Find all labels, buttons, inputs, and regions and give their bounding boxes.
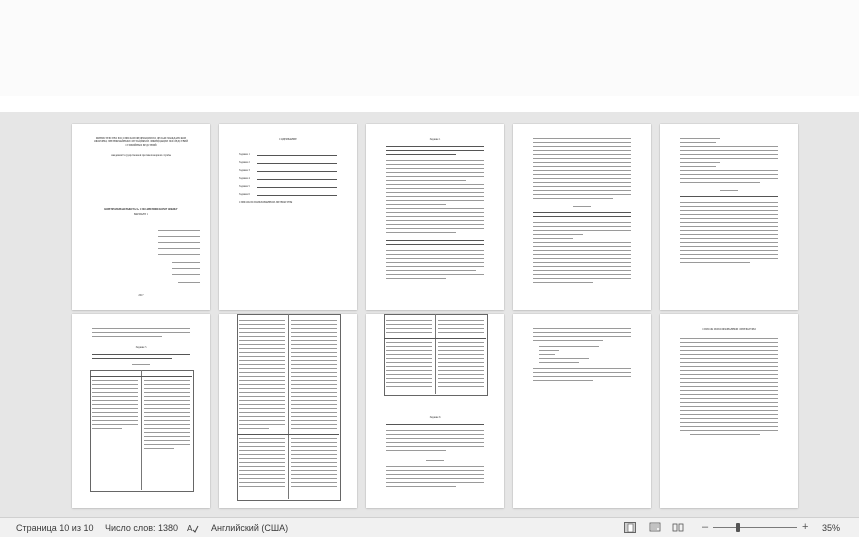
ribbon-area xyxy=(0,0,859,96)
zoom-slider[interactable] xyxy=(713,527,797,528)
page-thumbnail-8[interactable]: Задание 6 xyxy=(366,314,504,508)
page-thumbnail-9[interactable] xyxy=(513,314,651,508)
document-canvas[interactable]: МИНИСТЕРСТВО РОССИЙСКОЙ ФЕДЕРАЦИИ ПО ДЕЛ… xyxy=(0,112,859,517)
task6-heading: Задание 6 xyxy=(429,416,441,419)
page-indicator[interactable]: Страница 10 из 10 xyxy=(16,523,93,533)
bibliography-heading: СПИСОК ИСПОЛЬЗОВАННОЙ ЛИТЕРАТУРЫ xyxy=(702,328,756,331)
web-layout-icon[interactable] xyxy=(649,522,661,533)
zoom-slider-thumb[interactable] xyxy=(736,523,740,532)
status-bar: Страница 10 из 10 Число слов: 1380 A Анг… xyxy=(0,517,859,537)
language-indicator[interactable]: Английский (США) xyxy=(211,523,288,533)
read-mode-icon[interactable] xyxy=(672,522,684,533)
task5-heading: Задание 5 xyxy=(135,346,147,349)
svg-text:A: A xyxy=(187,524,193,533)
page-thumbnail-7[interactable] xyxy=(219,314,357,508)
page-thumbnail-2[interactable]: СОДЕРЖАНИЕ Задание 1 Задание 2 Задание 3… xyxy=(219,124,357,310)
zoom-level[interactable]: 35% xyxy=(822,523,840,533)
contents-heading: СОДЕРЖАНИЕ xyxy=(279,138,297,141)
title-academy: Академия Государственной противопожарной… xyxy=(110,154,172,157)
page-thumbnail-1[interactable]: МИНИСТЕРСТВО РОССИЙСКОЙ ФЕДЕРАЦИИ ПО ДЕЛ… xyxy=(72,124,210,310)
title-year: 2017 xyxy=(138,294,144,297)
print-layout-icon[interactable] xyxy=(624,522,636,533)
zoom-out-button[interactable]: – xyxy=(702,521,708,533)
page-thumbnail-3[interactable]: Задание 1 xyxy=(366,124,504,310)
word-count[interactable]: Число слов: 1380 xyxy=(105,523,178,533)
title-variant: ВАРИАНТ 1 xyxy=(133,213,149,216)
zoom-in-button[interactable]: + xyxy=(802,521,808,533)
title-work: КОНТРОЛЬНАЯ РАБОТА № 1 ПО АНГЛИЙСКОМУ ЯЗ… xyxy=(104,208,178,211)
page-thumbnail-10[interactable]: СПИСОК ИСПОЛЬЗОВАННОЙ ЛИТЕРАТУРЫ xyxy=(660,314,798,508)
task1-heading: Задание 1 xyxy=(429,138,441,141)
page-thumbnail-4[interactable] xyxy=(513,124,651,310)
proofing-icon[interactable]: A xyxy=(187,522,199,533)
title-ministry: МИНИСТЕРСТВО РОССИЙСКОЙ ФЕДЕРАЦИИ ПО ДЕЛ… xyxy=(93,137,189,147)
page-thumbnail-5[interactable] xyxy=(660,124,798,310)
page-thumbnail-6[interactable]: Задание 5 xyxy=(72,314,210,508)
